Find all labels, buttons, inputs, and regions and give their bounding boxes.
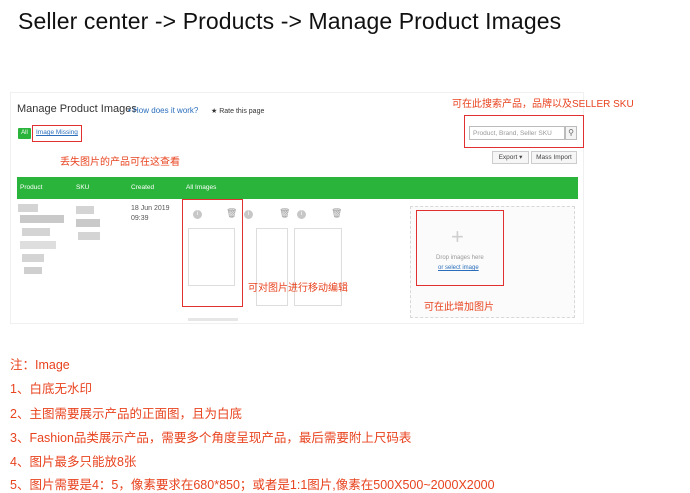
header-all-images[interactable]: All Images (186, 184, 216, 191)
product-thumbnail-blurred (18, 204, 38, 212)
image-slot[interactable] (294, 228, 342, 306)
note-item: 4、图片最多只能放8张 (10, 455, 137, 469)
export-button[interactable]: Export ▾ (492, 151, 529, 164)
image-slot[interactable] (188, 228, 235, 286)
plus-icon: + (451, 224, 464, 249)
image-info-icon[interactable]: i (244, 210, 253, 219)
trash-icon[interactable]: 🗑 (226, 209, 237, 218)
tab-all[interactable]: All (18, 128, 31, 139)
manage-images-title: Manage Product Images (17, 103, 137, 115)
rate-page-link[interactable]: ★ Rate this page (211, 107, 264, 115)
page-title: Seller center -> Products -> Manage Prod… (18, 8, 562, 34)
header-sku[interactable]: SKU (76, 184, 89, 191)
image-info-icon[interactable]: i (297, 210, 306, 219)
horizontal-scrollbar[interactable] (188, 318, 238, 321)
product-name-blurred (22, 254, 44, 262)
product-name-blurred (24, 267, 42, 274)
select-image-link[interactable]: or select image (438, 265, 479, 271)
image-slot[interactable] (256, 228, 288, 306)
trash-icon[interactable]: 🗑 (279, 209, 290, 218)
add-annotation: 可在此增加图片 (424, 302, 494, 313)
created-time: 09:39 (131, 215, 149, 222)
product-name-blurred (20, 215, 64, 223)
edit-annotation: 可对图片进行移动编辑 (248, 283, 348, 294)
note-item: 1、白底无水印 (10, 382, 92, 396)
note-item: 3、Fashion品类展示产品，需要多个角度呈现产品，最后需要附上尺码表 (10, 431, 412, 445)
sku-blurred (76, 219, 100, 227)
sku-blurred (76, 206, 94, 214)
table-header (17, 177, 578, 199)
search-icon[interactable]: ⚲ (565, 126, 577, 140)
tab-image-missing[interactable]: Image Missing (36, 129, 78, 136)
note-item: 5、图片需要是4：5，像素要求在680*850；或者是1:1图片,像素在500X… (10, 478, 495, 492)
header-product[interactable]: Product (20, 184, 42, 191)
trash-icon[interactable]: 🗑 (331, 209, 342, 218)
missing-annotation: 丢失图片的产品可在这查看 (60, 157, 180, 168)
drop-images-text: Drop images here (436, 255, 484, 261)
mass-import-button[interactable]: Mass Import (531, 151, 577, 164)
search-input[interactable]: Product, Brand, Seller SKU (469, 126, 565, 140)
created-date: 18 Jun 2019 (131, 205, 170, 212)
sku-blurred (78, 232, 100, 240)
image-info-icon[interactable]: i (193, 210, 202, 219)
header-created[interactable]: Created (131, 184, 154, 191)
product-name-blurred (20, 241, 56, 249)
product-name-blurred (22, 228, 50, 236)
how-it-works-link[interactable]: • How does it work? (128, 106, 198, 115)
note-item: 2、主图需要展示产品的正面图，且为白底 (10, 407, 242, 421)
notes-heading: 注：Image (10, 358, 70, 372)
search-annotation: 可在此搜索产品，品牌以及SELLER SKU (452, 99, 634, 110)
